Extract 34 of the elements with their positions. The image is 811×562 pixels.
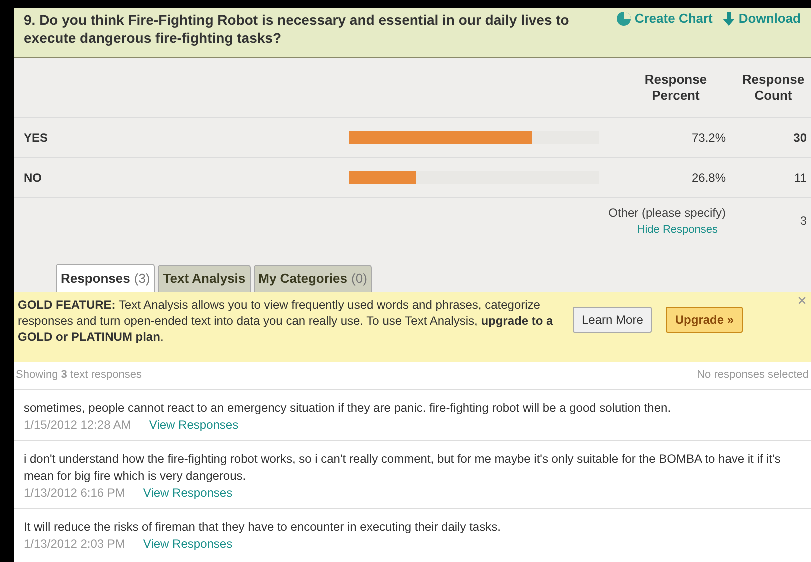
tab[interactable]: Text Analysis bbox=[158, 265, 251, 292]
other-label: Other (please specify) bbox=[608, 205, 726, 222]
response-count: 3 bbox=[799, 213, 808, 230]
learn-more-button[interactable]: Learn More bbox=[573, 307, 652, 333]
response-count: 30 bbox=[792, 130, 808, 146]
upgrade-button[interactable]: Upgrade » bbox=[666, 307, 744, 333]
column-header: Response Count bbox=[741, 72, 806, 104]
answer-label: NO bbox=[23, 170, 43, 186]
view-responses-link[interactable]: View Responses bbox=[149, 417, 239, 434]
column-header: Response Percent bbox=[644, 72, 708, 104]
pie-chart-icon bbox=[616, 12, 631, 26]
tab[interactable]: Responses (3) bbox=[56, 264, 156, 292]
answer-label: YES bbox=[23, 130, 50, 146]
hide-responses-link[interactable]: Hide Responses bbox=[637, 222, 726, 238]
down-arrow-icon bbox=[722, 12, 735, 26]
response-text: It will reduce the risks of fireman that they have to encounter in executing their daily tasks. bbox=[24, 519, 502, 536]
create-chart-link[interactable]: Create Chart bbox=[616, 11, 713, 27]
response-count: 11 bbox=[794, 170, 808, 186]
response-text: sometimes, people cannot react to an emergency situation if they are panic. fire-fighting robot will be a good solution then. bbox=[24, 400, 672, 417]
response-date: 1/13/2012 6:16 PM bbox=[24, 485, 126, 502]
response-percent: 26.8% bbox=[690, 170, 726, 186]
view-responses-link[interactable]: View Responses bbox=[143, 485, 233, 502]
response-percent: 73.2% bbox=[690, 130, 726, 146]
view-responses-link[interactable]: View Responses bbox=[143, 536, 233, 553]
showing-count: Showing 3 text responses bbox=[16, 368, 142, 384]
banner-text: GOLD FEATURE: Text Analysis allows you to view frequently used words and phrases, categorize responses and turn open-ended text into data you can really use. To use Text Analysis, upgrade to a GOLD or PLATINUM plan. bbox=[18, 297, 554, 346]
response-text: i don't understand how the fire-fighting robot works, so i can't really comment, but for me maybe it's only suitable for the BOMBA to have it if it's mean for big fire which is very dangerous. bbox=[24, 451, 782, 485]
tab[interactable]: My Categories (0) bbox=[254, 265, 372, 292]
response-date: 1/15/2012 12:28 AM bbox=[24, 417, 132, 434]
close-button[interactable]: × bbox=[798, 294, 807, 310]
selection-status: No responses selected bbox=[697, 368, 809, 384]
response-date: 1/13/2012 2:03 PM bbox=[24, 536, 126, 553]
question-title: 9. Do you think Fire-Fighting Robot is necessary and essential in our daily lives to execute dangerous fire-fighting tasks? bbox=[24, 11, 570, 48]
download-link[interactable]: Download bbox=[722, 11, 801, 27]
